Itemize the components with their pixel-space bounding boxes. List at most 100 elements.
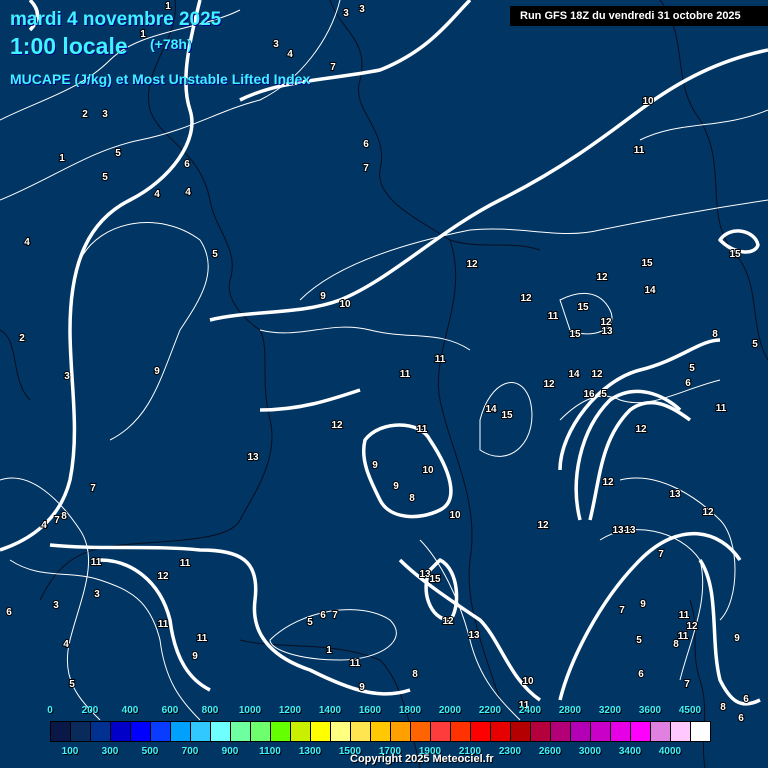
contour-label: 8 <box>61 511 67 522</box>
contour-label: 11 <box>435 354 446 365</box>
legend-swatch <box>411 722 431 741</box>
contour-label: 16 <box>583 389 595 400</box>
contour-label: 11 <box>91 557 102 568</box>
legend-label-bottom: 1100 <box>259 746 281 757</box>
contour-label: 13 <box>601 326 613 337</box>
legend-swatch <box>91 722 111 741</box>
contour-label: 3 <box>94 589 100 600</box>
contour-label: 3 <box>343 8 349 19</box>
contour-label: 5 <box>102 172 108 183</box>
contour-label: 3 <box>64 371 70 382</box>
contour-label: 9 <box>192 651 198 662</box>
contour-label: 15 <box>729 249 741 260</box>
contour-label: 3 <box>102 109 108 120</box>
forecast-time: 1:00 locale <box>10 33 128 59</box>
legend-swatch <box>471 722 491 741</box>
legend-label-top: 2000 <box>438 705 462 716</box>
contour-label: 12 <box>602 477 614 488</box>
legend-label-top: 2800 <box>558 705 582 716</box>
contour-label: 2 <box>82 109 88 120</box>
contour-label: 10 <box>339 299 351 310</box>
legend-swatch <box>151 722 171 741</box>
contour-label: 4 <box>154 189 160 200</box>
legend-swatch <box>171 722 191 741</box>
contour-label: 15 <box>569 329 581 340</box>
contour-label: 10 <box>422 465 434 476</box>
legend-label-bottom: 3000 <box>578 746 602 757</box>
contour-label: 14 <box>485 404 497 415</box>
legend-label-top: 400 <box>121 705 139 716</box>
legend-swatch <box>111 722 131 741</box>
color-legend-bar <box>50 721 711 742</box>
legend-label-bottom: 100 <box>61 746 79 757</box>
contour-label: 8 <box>712 329 718 340</box>
contour-label: 7 <box>332 610 338 621</box>
contour-label: 11 <box>180 558 191 569</box>
legend-swatch <box>71 722 91 741</box>
contour-label: 14 <box>644 285 656 296</box>
contour-label: 6 <box>738 713 744 724</box>
legend-swatch <box>271 722 291 741</box>
legend-label-bottom: 2600 <box>538 746 562 757</box>
legend-swatch <box>391 722 411 741</box>
contour-label: 12 <box>635 424 647 435</box>
copyright: Copyright 2025 Meteociel.fr <box>350 753 494 765</box>
contour-label: 6 <box>6 607 12 618</box>
legend-label-bottom: 900 <box>221 746 239 757</box>
legend-label-bottom: 1300 <box>298 746 322 757</box>
legend-swatch <box>451 722 471 741</box>
contour-label: 6 <box>320 610 326 621</box>
legend-label-bottom: 700 <box>181 746 199 757</box>
contour-label: 12 <box>537 520 549 531</box>
legend-swatch <box>331 722 351 741</box>
contour-label: 11 <box>678 631 689 642</box>
contour-label: 13 <box>669 489 681 500</box>
legend-label-top: 1200 <box>278 705 302 716</box>
map-canvas: 13 334712 31 5564 44567101112121215151415111… <box>0 0 768 768</box>
contour-label: 12 <box>596 272 608 283</box>
contour-label: 7 <box>90 483 96 494</box>
contour-label: 13 <box>612 525 624 536</box>
contour-label: 6 <box>363 139 369 150</box>
contour-label: 12 <box>157 571 169 582</box>
legend-swatch <box>231 722 251 741</box>
contour-label: 6 <box>685 378 691 389</box>
contour-label: 4 <box>63 639 69 650</box>
legend-swatch <box>211 722 231 741</box>
parameter-title: MUCAPE (J/kg) et Most Unstable Lifted In… <box>10 71 311 87</box>
contour-label: 5 <box>752 339 758 350</box>
contour-label: 10 <box>642 96 654 107</box>
contour-label: 15 <box>577 302 589 313</box>
legend-swatch <box>511 722 531 741</box>
legend-swatch <box>571 722 591 741</box>
legend-swatch <box>631 722 651 741</box>
contour-label: 9 <box>359 682 365 693</box>
contour-label: 5 <box>115 148 121 159</box>
contour-label: 11 <box>350 658 361 669</box>
contour-label: 7 <box>619 605 625 616</box>
contour-label: 9 <box>372 460 378 471</box>
contour-label: 12 <box>591 369 603 380</box>
legend-label-top: 3200 <box>598 705 622 716</box>
legend-swatch <box>691 722 710 741</box>
forecast-lead-time: (+78h) <box>150 36 192 52</box>
contour-label: 8 <box>412 669 418 680</box>
contour-label: 12 <box>520 293 532 304</box>
legend-label-top: 200 <box>81 705 99 716</box>
legend-label-bottom: 4000 <box>658 746 682 757</box>
contour-label: 9 <box>640 599 646 610</box>
contour-label: 5 <box>636 635 642 646</box>
legend-label-bottom: 500 <box>141 746 159 757</box>
legend-label-top: 2200 <box>478 705 502 716</box>
contour-label: 6 <box>743 694 749 705</box>
legend-label-top: 1800 <box>398 705 422 716</box>
contour-label: 11 <box>158 619 169 630</box>
contour-label: 11 <box>679 610 690 621</box>
contour-label: 10 <box>522 676 534 687</box>
legend-swatch <box>431 722 451 741</box>
legend-swatch <box>371 722 391 741</box>
contour-label: 13 <box>468 630 480 641</box>
legend-swatch <box>531 722 551 741</box>
legend-swatch <box>591 722 611 741</box>
contour-label: 12 <box>331 420 343 431</box>
